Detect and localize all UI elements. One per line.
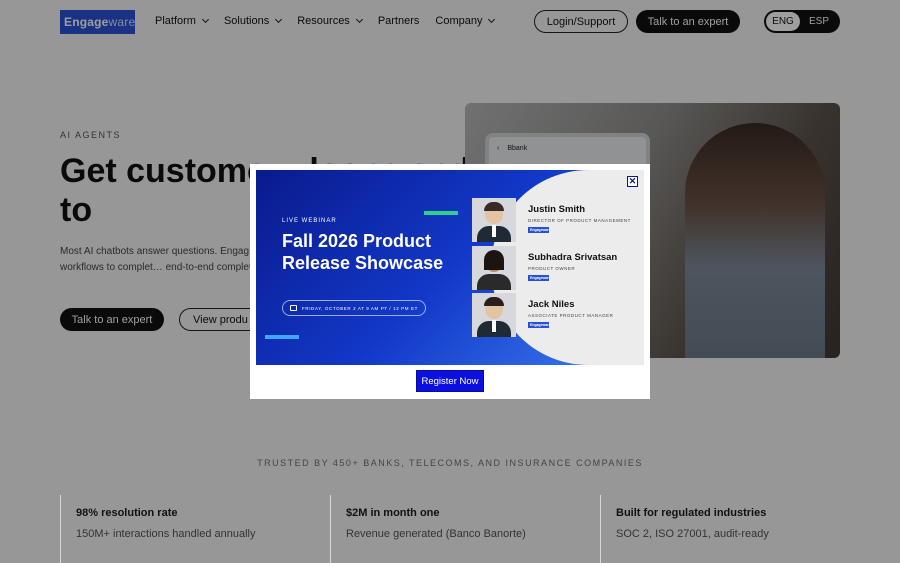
speaker-role: ASSOCIATE PRODUCT MANAGER (528, 313, 614, 318)
trusted-by-label: TRUSTED BY 450+ BANKS, TELECOMS, AND INS… (257, 458, 643, 468)
speaker-name: Jack Niles (528, 299, 575, 310)
close-icon[interactable]: ✕ (627, 176, 638, 187)
stat-subtext: 150M+ interactions handled annually (76, 528, 256, 540)
divider (330, 495, 331, 563)
stat-heading: Built for regulated industries (616, 507, 767, 519)
live-webinar-label: LIVE WEBINAR (282, 218, 337, 224)
company-chip: Engageware (528, 275, 551, 281)
speaker-photo (472, 246, 516, 290)
accent-bar-blue (265, 335, 299, 339)
webinar-modal: LIVE WEBINAR Fall 2026 Product Release S… (250, 164, 650, 399)
stat-subtext: SOC 2, ISO 27001, audit-ready (616, 528, 769, 540)
webinar-title: Fall 2026 Product Release Showcase (282, 231, 444, 273)
webinar-date: FRIDAY, OCTOBER 2 AT 9 AM PT / 12 PM ET (302, 305, 418, 311)
stat-heading: 98% resolution rate (76, 507, 178, 519)
webinar-banner: LIVE WEBINAR Fall 2026 Product Release S… (256, 170, 644, 365)
speaker-role: PRODUCT OWNER (528, 266, 576, 271)
speaker-name: Subhadra Srivatsan (528, 252, 618, 263)
register-now-button[interactable]: Register Now (416, 370, 484, 392)
speaker-card: Justin Smith DIRECTOR OF PRODUCT MANAGEM… (472, 198, 644, 242)
divider (600, 495, 601, 563)
stat-card: Built for regulated industries SOC 2, IS… (600, 495, 870, 563)
company-chip: Engageware (528, 227, 551, 233)
stat-card: $2M in month one Revenue generated (Banc… (330, 495, 600, 563)
stat-card: 98% resolution rate 150M+ interactions h… (60, 495, 330, 563)
accent-bar-green (424, 211, 458, 215)
speaker-photo (472, 293, 516, 337)
company-chip: Engageware (528, 322, 551, 328)
speaker-role: DIRECTOR OF PRODUCT MANAGEMENT (528, 218, 631, 223)
webinar-date-pill: FRIDAY, OCTOBER 2 AT 9 AM PT / 12 PM ET (282, 300, 426, 316)
speaker-card: Subhadra Srivatsan PRODUCT OWNER Engagew… (472, 246, 644, 290)
stat-subtext: Revenue generated (Banco Banorte) (346, 528, 526, 540)
speaker-card: Jack Niles ASSOCIATE PRODUCT MANAGER Eng… (472, 293, 644, 337)
speaker-name: Justin Smith (528, 204, 586, 215)
speaker-photo (472, 198, 516, 242)
stat-heading: $2M in month one (346, 507, 440, 519)
divider (60, 495, 61, 563)
calendar-icon (290, 305, 297, 311)
